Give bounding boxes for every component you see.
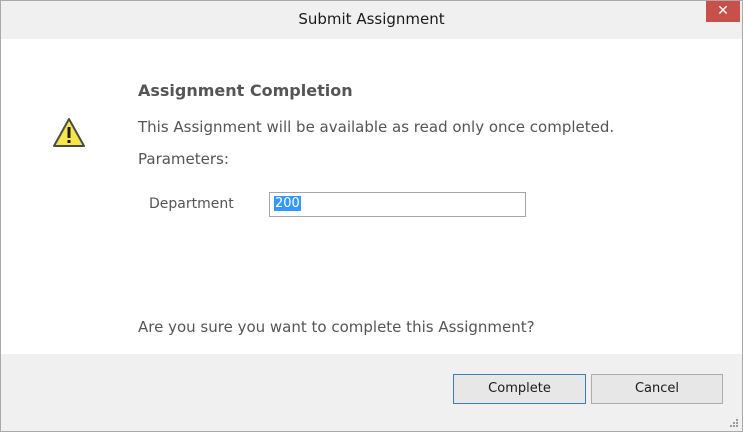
completion-heading: Assignment Completion [138, 81, 353, 100]
warning-icon [53, 118, 85, 147]
close-icon: ✕ [717, 3, 729, 19]
dialog-title: Submit Assignment [298, 10, 445, 28]
dialog-content: Assignment Completion This Assignment wi… [1, 39, 742, 354]
confirm-question: Are you sure you want to complete this A… [138, 318, 535, 336]
resize-grip-icon[interactable] [729, 418, 739, 428]
cancel-button[interactable]: Cancel [591, 374, 723, 404]
department-label: Department [149, 196, 234, 212]
title-bar[interactable]: Submit Assignment ✕ [1, 1, 742, 39]
department-input[interactable]: 200 [269, 192, 526, 217]
completion-message: This Assignment will be available as rea… [138, 118, 615, 136]
parameters-label: Parameters: [138, 150, 229, 168]
submit-assignment-dialog: Submit Assignment ✕ Assignment Completio… [0, 0, 743, 432]
dialog-footer: Complete Cancel [1, 354, 742, 431]
department-input-value: 200 [274, 196, 301, 211]
close-button[interactable]: ✕ [706, 1, 740, 22]
complete-button[interactable]: Complete [453, 374, 586, 404]
